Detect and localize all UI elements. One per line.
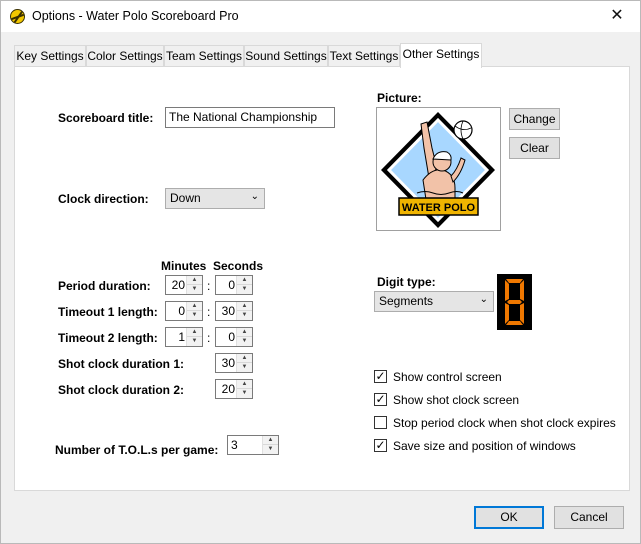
shot-clock1-value: 30 (221, 356, 235, 370)
spin-up-icon[interactable]: ▲ (237, 380, 252, 389)
water-polo-logo: WATER POLO (381, 112, 495, 228)
tab-team-settings[interactable]: Team Settings (164, 45, 244, 67)
segment-digit-8 (505, 279, 524, 325)
spin-up-icon[interactable]: ▲ (263, 436, 278, 445)
window-title: Options - Water Polo Scoreboard Pro (32, 9, 239, 23)
spin-down-icon[interactable]: ▼ (237, 285, 252, 294)
time-separator: : (207, 305, 211, 319)
period-minutes-spinner[interactable]: 20 ▲ ▼ (165, 275, 203, 295)
ok-button[interactable]: OK (474, 506, 544, 529)
show-shot-clock-screen-checkbox[interactable]: ✓ (374, 392, 387, 406)
spin-down-icon[interactable]: ▼ (263, 445, 278, 454)
spin-down-icon[interactable]: ▼ (187, 311, 202, 320)
options-dialog: Options - Water Polo Scoreboard Pro ✕ Ke… (0, 0, 641, 544)
close-icon[interactable]: ✕ (595, 3, 639, 31)
show-control-screen-label[interactable]: Show control screen (393, 370, 502, 384)
clock-direction-value: Down (170, 191, 201, 205)
spin-down-icon[interactable]: ▼ (237, 311, 252, 320)
tols-value: 3 (231, 438, 238, 452)
scoreboard-title-input[interactable]: The National Championship (165, 107, 335, 128)
tab-sound-settings[interactable]: Sound Settings (244, 45, 328, 67)
tab-color-settings[interactable]: Color Settings (86, 45, 164, 67)
timeout1-seconds-value: 30 (221, 304, 235, 318)
period-seconds-spinner[interactable]: 0 ▲ ▼ (215, 275, 253, 295)
spin-up-icon[interactable]: ▲ (187, 328, 202, 337)
stop-period-clock-label[interactable]: Stop period clock when shot clock expire… (393, 416, 616, 430)
timeout2-minutes-value: 1 (178, 330, 185, 344)
tab-text-settings[interactable]: Text Settings (328, 45, 400, 67)
spin-up-icon[interactable]: ▲ (237, 302, 252, 311)
tab-key-settings[interactable]: Key Settings (14, 45, 86, 67)
timeout1-minutes-value: 0 (178, 304, 185, 318)
tols-label: Number of T.O.L.s per game: (55, 443, 219, 457)
chevron-down-icon: ⌄ (479, 294, 488, 305)
time-separator: : (207, 279, 211, 293)
time-separator: : (207, 331, 211, 345)
tols-spinner[interactable]: 3 ▲ ▼ (227, 435, 279, 455)
clock-direction-select[interactable]: Down ⌄ (165, 188, 265, 209)
timeout2-label: Timeout 2 length: (58, 331, 158, 345)
clock-direction-label: Clock direction: (58, 192, 149, 206)
spin-down-icon[interactable]: ▼ (237, 337, 252, 346)
digit-type-value: Segments (379, 294, 434, 308)
spin-up-icon[interactable]: ▲ (187, 276, 202, 285)
shot-clock2-value: 20 (221, 382, 235, 396)
minutes-header: Minutes (161, 259, 207, 273)
change-picture-button[interactable]: Change (509, 108, 560, 130)
checkmark-icon: ✓ (375, 392, 386, 406)
title-bar: Options - Water Polo Scoreboard Pro ✕ (1, 1, 640, 32)
shot-clock1-label: Shot clock duration 1: (58, 357, 185, 371)
show-shot-clock-screen-label[interactable]: Show shot clock screen (393, 393, 519, 407)
timeout2-seconds-value: 0 (228, 330, 235, 344)
tab-other-settings[interactable]: Other Settings (400, 43, 482, 68)
timeout1-label: Timeout 1 length: (58, 305, 158, 319)
digit-type-label: Digit type: (377, 275, 436, 289)
spin-up-icon[interactable]: ▲ (237, 354, 252, 363)
timeout2-seconds-spinner[interactable]: 0 ▲ ▼ (215, 327, 253, 347)
stop-period-clock-checkbox[interactable] (374, 416, 387, 429)
shot-clock2-label: Shot clock duration 2: (58, 383, 185, 397)
picture-frame: WATER POLO (376, 107, 501, 231)
spin-up-icon[interactable]: ▲ (237, 328, 252, 337)
scoreboard-title-label: Scoreboard title: (58, 111, 154, 125)
save-window-position-checkbox[interactable]: ✓ (374, 438, 387, 452)
clear-picture-button[interactable]: Clear (509, 137, 560, 159)
spin-up-icon[interactable]: ▲ (237, 276, 252, 285)
digit-preview (497, 274, 532, 330)
cancel-button[interactable]: Cancel (554, 506, 624, 529)
period-duration-label: Period duration: (58, 279, 151, 293)
checkmark-icon: ✓ (375, 438, 386, 452)
spin-down-icon[interactable]: ▼ (187, 337, 202, 346)
save-window-position-label[interactable]: Save size and position of windows (393, 439, 576, 453)
period-minutes-value: 20 (171, 278, 185, 292)
timeout1-minutes-spinner[interactable]: 0 ▲ ▼ (165, 301, 203, 321)
chevron-down-icon: ⌄ (250, 191, 259, 202)
period-seconds-value: 0 (228, 278, 235, 292)
spin-up-icon[interactable]: ▲ (187, 302, 202, 311)
water-polo-ball-icon (10, 9, 25, 24)
digit-type-select[interactable]: Segments ⌄ (374, 291, 494, 312)
timeout1-seconds-spinner[interactable]: 30 ▲ ▼ (215, 301, 253, 321)
checkmark-icon: ✓ (375, 369, 386, 383)
seconds-header: Seconds (213, 259, 264, 273)
shot-clock2-spinner[interactable]: 20 ▲ ▼ (215, 379, 253, 399)
picture-label: Picture: (377, 91, 422, 105)
spin-down-icon[interactable]: ▼ (187, 285, 202, 294)
logo-text: WATER POLO (402, 202, 476, 214)
timeout2-minutes-spinner[interactable]: 1 ▲ ▼ (165, 327, 203, 347)
show-control-screen-checkbox[interactable]: ✓ (374, 369, 387, 383)
spin-down-icon[interactable]: ▼ (237, 389, 252, 398)
spin-down-icon[interactable]: ▼ (237, 363, 252, 372)
shot-clock1-spinner[interactable]: 30 ▲ ▼ (215, 353, 253, 373)
